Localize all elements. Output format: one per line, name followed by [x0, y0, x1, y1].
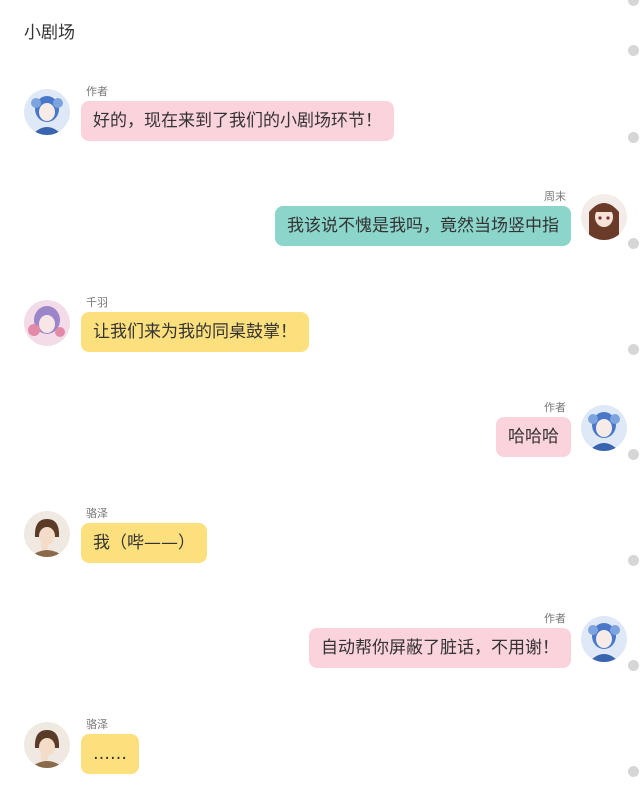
chat-message: 作者 哈哈哈	[0, 401, 640, 495]
chat-message: 千羽 让我们来为我的同桌鼓掌！	[0, 296, 640, 390]
sender-name: 千羽	[86, 296, 108, 309]
chat-message: 骆泽 我（哔——）	[0, 507, 640, 601]
dot-decoration	[628, 0, 639, 6]
message-bubble: 我该说不愧是我吗，竟然当场竖中指	[275, 206, 571, 246]
dot-decoration	[628, 766, 639, 777]
chat-message: 周末 我该说不愧是我吗，竟然当场竖中指	[0, 190, 640, 284]
avatar-luoze[interactable]	[24, 722, 70, 768]
sender-name: 作者	[86, 85, 108, 98]
message-bubble: 哈哈哈	[496, 417, 571, 457]
avatar-author[interactable]	[581, 405, 627, 451]
sender-name: 作者	[544, 401, 566, 414]
avatar-luoze[interactable]	[24, 511, 70, 557]
dot-decoration	[628, 45, 639, 56]
dot-decoration	[628, 660, 639, 671]
message-bubble: 让我们来为我的同桌鼓掌！	[81, 312, 309, 352]
avatar-zhoumo[interactable]	[581, 194, 627, 240]
sender-name: 周末	[544, 190, 566, 203]
dot-decoration	[628, 132, 639, 143]
avatar-author[interactable]	[581, 616, 627, 662]
message-bubble: 我（哔——）	[81, 523, 207, 563]
chat-message: 骆泽 ……	[0, 718, 640, 812]
message-bubble: 自动帮你屏蔽了脏话，不用谢！	[309, 628, 571, 668]
avatar-qianyu[interactable]	[24, 300, 70, 346]
sender-name: 作者	[544, 612, 566, 625]
chat-message: 作者 自动帮你屏蔽了脏话，不用谢！	[0, 612, 640, 706]
sender-name: 骆泽	[86, 718, 108, 731]
dot-decoration	[628, 238, 639, 249]
side-dots	[626, 0, 640, 803]
page-title: 小剧场	[24, 23, 75, 43]
dot-decoration	[628, 449, 639, 460]
chat-message: 作者 好的，现在来到了我们的小剧场环节！	[0, 85, 640, 179]
dot-decoration	[628, 555, 639, 566]
dot-decoration	[628, 344, 639, 355]
message-bubble: 好的，现在来到了我们的小剧场环节！	[81, 101, 394, 141]
sender-name: 骆泽	[86, 507, 108, 520]
avatar-author[interactable]	[24, 89, 70, 135]
message-bubble: ……	[81, 734, 139, 774]
